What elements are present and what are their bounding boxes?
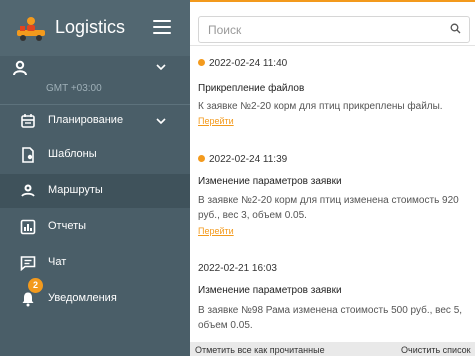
sidebar-item-planning[interactable]: Планирование [0,104,190,138]
sidebar-item-label: Отчеты [48,220,87,232]
user-timezone: GMT +03:00 [46,83,102,94]
sidebar-header: Logistics [0,0,190,56]
bell-icon [22,292,34,307]
delivery-person-icon [17,17,45,41]
sidebar-item-label: Уведомления [48,292,117,304]
top-accent-line [190,0,475,2]
mark-all-read-button[interactable]: Отметить все как прочитанные [195,345,325,355]
bar-chart-icon [20,219,36,235]
sidebar-item-label: Маршруты [48,184,103,196]
notifications-footer: Отметить все как прочитанные Очистить сп… [190,342,475,356]
search-icon[interactable] [450,23,461,34]
notification-link[interactable]: Перейти [198,116,234,126]
sidebar-item-label: Планирование [48,114,124,126]
sidebar: Logistics GMT +03:00 Планирование Шаблон… [0,0,190,356]
sidebar-item-label: Шаблоны [48,148,97,160]
route-pin-icon [21,184,35,197]
document-pin-icon [22,147,34,163]
sidebar-item-routes[interactable]: Маршруты [0,174,190,208]
notification-link[interactable]: Перейти [198,226,234,236]
app-title: Logistics [55,17,126,37]
notification-title: Изменение параметров заявки [198,285,342,296]
chevron-down-icon[interactable] [156,118,166,124]
sidebar-item-notifications[interactable]: 2 Уведомления [0,278,190,316]
sidebar-item-templates[interactable]: Шаблоны [0,138,190,172]
chevron-down-icon[interactable] [156,64,166,70]
chat-icon [20,256,36,271]
unread-dot [198,155,205,162]
notification-date: 2022-02-24 11:40 [198,58,287,69]
unread-dot [198,59,205,66]
notification-date: 2022-02-21 16:03 [198,263,277,274]
clear-list-button[interactable]: Очистить список [401,345,471,355]
hamburger-icon[interactable] [153,20,171,34]
notification-body: К заявке №2-20 корм для птиц прикреплены… [198,101,443,112]
notification-date: 2022-02-24 11:39 [198,154,287,165]
search-input[interactable] [198,16,470,43]
sidebar-item-label: Чат [48,256,67,268]
calendar-icon [21,114,35,128]
notification-body: В заявке №98 Рама изменена стоимость 500… [198,305,463,331]
notification-item: 2022-02-21 16:03 Изменение параметров за… [190,260,475,340]
notification-body: В заявке №2-20 корм для птиц изменена ст… [198,195,459,221]
notification-title: Изменение параметров заявки [198,176,342,187]
notification-item: 2022-02-24 11:39 Изменение параметров за… [190,150,475,242]
notification-title: Прикрепление файлов [198,83,305,94]
notification-item: 2022-02-24 11:40 Прикрепление файлов К з… [190,54,475,134]
user-profile[interactable]: GMT +03:00 [0,56,190,100]
notifications-panel: 2022-02-24 11:40 Прикрепление файлов К з… [190,0,475,356]
sidebar-item-chat[interactable]: Чат [0,246,190,280]
sidebar-item-reports[interactable]: Отчеты [0,210,190,244]
notification-count-badge: 2 [28,278,43,293]
search-bar [190,2,475,46]
person-icon [13,60,27,76]
